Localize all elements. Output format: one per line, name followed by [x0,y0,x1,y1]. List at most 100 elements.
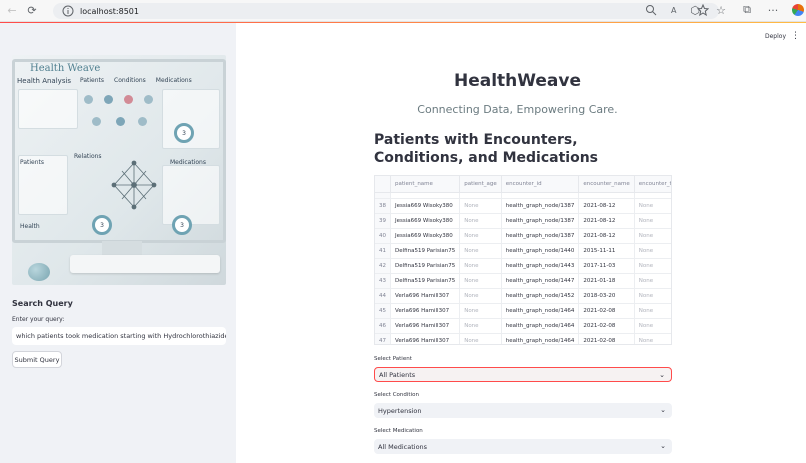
table-cell[interactable]: health_graph_node/1464 [501,333,580,344]
chevron-down-icon[interactable]: ⌄ [660,442,666,450]
query-input-value: which patients took medication starting … [16,332,226,340]
table-cell[interactable]: 2021-08-12 [578,213,635,229]
table-cell[interactable]: None [459,318,502,334]
node-dot [92,117,101,126]
select-condition-dropdown[interactable]: Hypertension ⌄ [374,403,672,418]
table-cell[interactable]: 2015-11-11 [578,243,635,259]
table-cell[interactable]: health_graph_node/1464 [501,318,580,334]
table-cell[interactable]: Delfina519 Parisian75 [390,243,461,259]
table-cell[interactable]: 2021-08-12 [578,228,635,244]
table-cell[interactable]: None [459,288,502,304]
table-cell[interactable]: 2021-01-18 [578,273,635,289]
table-cell[interactable]: 2018-03-20 [578,288,635,304]
table-cell[interactable]: health_graph_node/1464 [501,303,580,319]
submit-query-button[interactable]: Submit Query [12,351,62,368]
column-header[interactable]: encounter_name [578,176,635,193]
table-cell[interactable]: None [459,228,502,244]
select-patient-dropdown[interactable]: All Patients ⌄ [374,367,672,382]
table-row[interactable]: 46 Verla696 Hamill307 None health_graph_nod… [375,318,671,334]
data-table[interactable]: patient_name patient_age encounter_id en… [374,175,672,345]
deploy-button[interactable]: Deploy [765,33,786,40]
table-cell[interactable]: health_graph_node/1387 [501,213,580,229]
table-cell[interactable]: None [634,303,671,319]
node-dot [144,95,153,104]
site-info-icon[interactable] [62,5,74,17]
column-header[interactable]: patient_age [459,176,502,193]
table-cell[interactable]: None [634,318,671,334]
query-input[interactable]: which patients took medication starting … [12,327,226,345]
table-cell[interactable]: None [634,243,671,259]
table-cell[interactable]: None [634,228,671,244]
table-cell[interactable]: None [634,258,671,274]
network-graph-icon [111,160,157,210]
collections-icon[interactable]: ⧉ [740,3,754,17]
table-row[interactable]: 43 Delfina519 Parisian75 None health_graph_… [375,273,671,289]
table-row[interactable]: 40 Jessia669 Wisoky380 None health_graph_no… [375,228,671,244]
table-row[interactable]: 41 Delfina519 Parisian75 None health_graph_… [375,243,671,259]
table-cell[interactable]: Verla696 Hamill307 [390,333,461,344]
table-cell[interactable]: Verla696 Hamill307 [390,318,461,334]
table-cell[interactable]: None [459,273,502,289]
favorites-icon[interactable]: ☆ [714,3,728,17]
extensions-icon[interactable]: ⬡ [688,3,702,17]
read-aloud-icon[interactable]: A [671,4,683,16]
table-cell[interactable]: None [459,213,502,229]
select-condition-label: Select Condition [374,392,419,398]
table-cell[interactable]: 2021-08-12 [578,198,635,214]
table-row[interactable]: 38 Jessia669 Wisoky380 None health_graph_no… [375,198,671,214]
table-cell[interactable]: Verla696 Hamill307 [390,303,461,319]
table-row[interactable]: 45 Verla696 Hamill307 None health_graph_nod… [375,303,671,319]
table-row[interactable]: 42 Delfina519 Parisian75 None health_graph_… [375,258,671,274]
table-row[interactable]: 39 Jessia669 Wisoky380 None health_graph_no… [375,213,671,229]
chevron-down-icon[interactable]: ⌄ [660,406,666,414]
column-header-index[interactable] [375,176,391,193]
table-cell[interactable]: 2017-11-03 [578,258,635,274]
table-cell[interactable]: Delfina519 Parisian75 [390,258,461,274]
table-cell[interactable]: None [634,273,671,289]
table-cell[interactable]: None [634,213,671,229]
table-cell[interactable]: health_graph_node/1387 [501,198,580,214]
table-cell[interactable]: Verla696 Hamill307 [390,288,461,304]
table-cell[interactable]: health_graph_node/1440 [501,243,580,259]
chevron-down-icon[interactable]: ⌄ [659,371,665,379]
table-cell[interactable]: None [459,258,502,274]
node-dot [84,95,93,104]
column-header[interactable]: patient_name [390,176,461,193]
table-row[interactable]: 44 Verla696 Hamill307 None health_graph_nod… [375,288,671,304]
node-dot [104,95,113,104]
table-cell[interactable]: None [459,303,502,319]
hero-tabs: Patients Conditions Medications [80,77,192,84]
table-cell[interactable]: None [634,198,671,214]
kebab-icon[interactable]: ⋮ [791,31,800,41]
hero-tab: Conditions [114,77,146,84]
table-cell[interactable]: Delfina519 Parisian75 [390,273,461,289]
table-cell[interactable]: 2021-02-08 [578,333,635,344]
table-cell[interactable]: None [634,333,671,344]
more-icon[interactable]: ··· [766,3,780,17]
address-bar[interactable]: localhost:8501 A [53,3,719,19]
table-row[interactable]: 47 Verla696 Hamill307 None health_graph_nod… [375,333,671,344]
column-header[interactable]: encounter_id [501,176,580,193]
gauge-icon: 3 [172,215,192,235]
zoom-icon[interactable] [645,4,657,16]
table-cell[interactable]: 2021-02-08 [578,303,635,319]
table-cell[interactable]: Jessia669 Wisoky380 [390,213,461,229]
table-cell[interactable]: Jessia669 Wisoky380 [390,198,461,214]
table-cell[interactable]: health_graph_node/1452 [501,288,580,304]
table-cell[interactable]: None [459,333,502,344]
url-text[interactable]: localhost:8501 [80,7,139,16]
table-cell[interactable]: None [459,243,502,259]
reload-icon[interactable]: ⟳ [24,3,40,19]
table-cell[interactable]: None [459,198,502,214]
table-cell[interactable]: health_graph_node/1443 [501,258,580,274]
column-header[interactable]: encounter_type [634,176,671,193]
table-cell[interactable]: Jessia669 Wisoky380 [390,228,461,244]
profile-icon[interactable] [792,4,804,16]
node-dot [138,117,147,126]
table-cell[interactable]: 2021-02-08 [578,318,635,334]
table-cell[interactable]: None [634,288,671,304]
select-medication-dropdown[interactable]: All Medications ⌄ [374,439,672,454]
back-icon[interactable]: ← [4,3,20,19]
table-cell[interactable]: health_graph_node/1447 [501,273,580,289]
table-cell[interactable]: health_graph_node/1387 [501,228,580,244]
